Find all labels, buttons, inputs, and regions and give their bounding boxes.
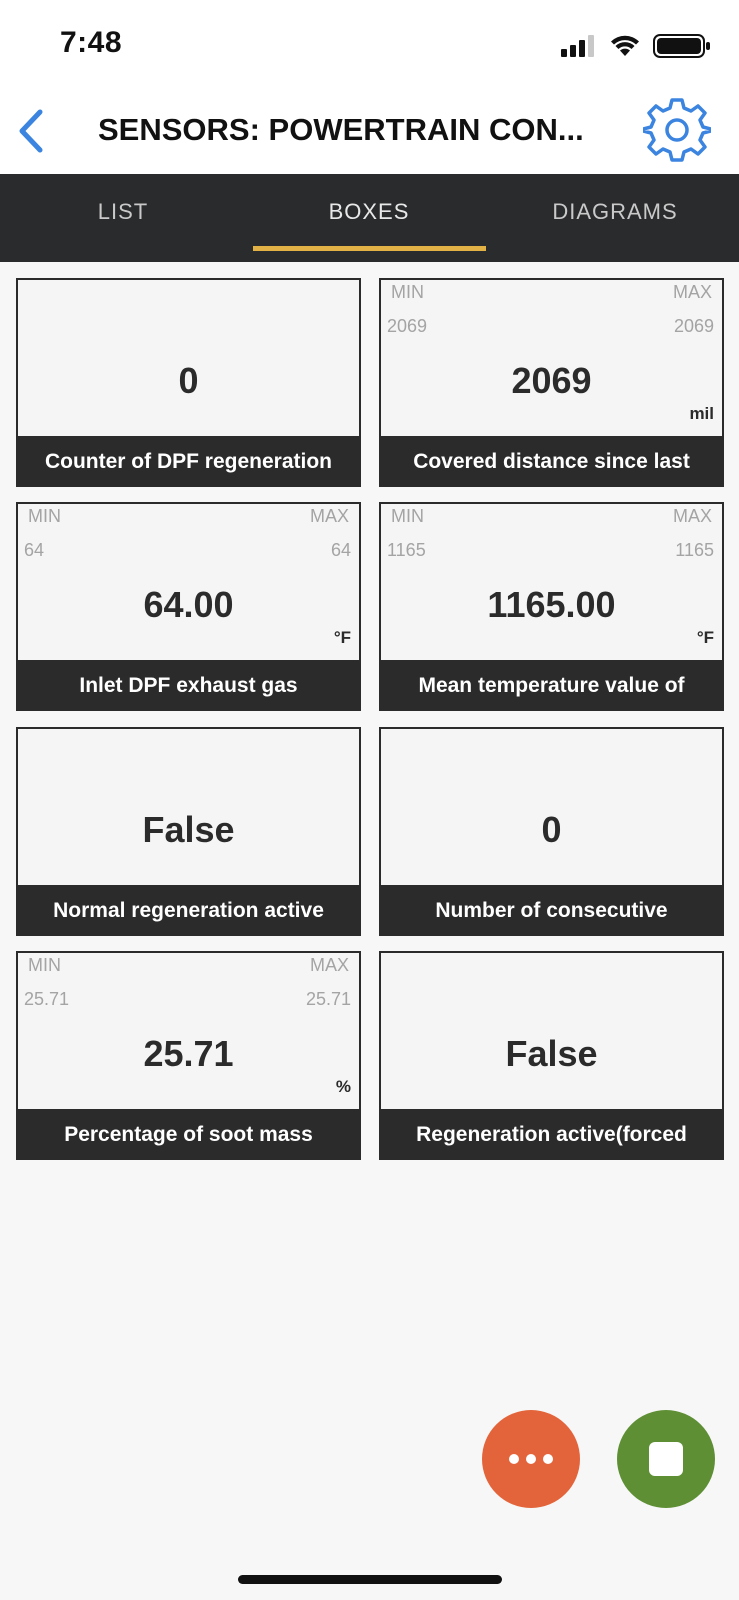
nav-bar: SENSORS: POWERTRAIN CON... xyxy=(0,88,739,174)
sensor-unit: % xyxy=(335,1077,351,1096)
sensor-box[interactable]: False Regeneration active(forced xyxy=(379,951,724,1160)
min-label: MIN xyxy=(391,506,424,526)
status-icons xyxy=(553,34,713,58)
status-bar: 7:48 xyxy=(0,0,739,88)
sensor-box[interactable]: MIN MAX 1165 1165 1165.00 °F Mean temper… xyxy=(379,502,724,711)
home-indicator[interactable] xyxy=(238,1575,502,1584)
signal-icon xyxy=(561,35,594,57)
sensor-unit: mil xyxy=(689,404,714,423)
sensor-caption: Number of consecutive xyxy=(379,885,724,936)
chevron-left-icon xyxy=(19,109,43,153)
sensor-caption: Covered distance since last xyxy=(379,436,724,487)
sensor-box[interactable]: False Normal regeneration active xyxy=(16,727,361,936)
max-value: 64 xyxy=(330,540,351,560)
sensor-box[interactable]: MIN MAX 64 64 64.00 °F Inlet DPF exhaust… xyxy=(16,502,361,711)
sensor-value: False xyxy=(505,1033,598,1074)
sensor-value: 0 xyxy=(178,360,199,401)
max-label: MAX xyxy=(672,282,712,302)
min-label: MIN xyxy=(28,955,61,975)
sensor-value: 25.71 xyxy=(143,1033,234,1074)
sensor-caption: Mean temperature value of xyxy=(379,660,724,711)
min-label: MIN xyxy=(391,282,424,302)
battery-icon xyxy=(653,34,710,58)
sensor-value: 1165.00 xyxy=(487,584,616,625)
stop-button[interactable] xyxy=(617,1410,715,1508)
tab-diagrams[interactable]: DIAGRAMS xyxy=(492,174,738,262)
stop-icon xyxy=(649,1442,683,1476)
sensor-box[interactable]: 0 Counter of DPF regeneration xyxy=(16,278,361,487)
sensor-caption: Normal regeneration active xyxy=(16,885,361,936)
sensor-box[interactable]: 0 Number of consecutive xyxy=(379,727,724,936)
status-time: 7:48 xyxy=(60,26,123,59)
sensor-value: 2069 xyxy=(511,360,592,401)
active-tab-indicator xyxy=(253,246,486,251)
sensor-caption: Percentage of soot mass xyxy=(16,1109,361,1160)
sensor-caption: Counter of DPF regeneration xyxy=(16,436,361,487)
max-label: MAX xyxy=(309,506,349,526)
settings-button[interactable] xyxy=(641,96,713,164)
max-value: 25.71 xyxy=(305,989,351,1009)
back-button[interactable] xyxy=(10,102,60,160)
sensor-caption: Regeneration active(forced xyxy=(379,1109,724,1160)
sensor-caption: Inlet DPF exhaust gas xyxy=(16,660,361,711)
min-value: 2069 xyxy=(387,316,428,336)
min-label: MIN xyxy=(28,506,61,526)
max-value: 1165 xyxy=(675,540,714,560)
sensor-unit: °F xyxy=(696,628,714,647)
gear-icon xyxy=(641,98,713,162)
sensor-value: 64.00 xyxy=(143,584,234,625)
sensor-value: 0 xyxy=(541,809,562,850)
tab-bar: LIST BOXES DIAGRAMS xyxy=(0,174,739,262)
wifi-icon xyxy=(611,35,639,56)
min-value: 1165 xyxy=(387,540,426,560)
page-title: SENSORS: POWERTRAIN CON... xyxy=(98,112,584,147)
max-label: MAX xyxy=(309,955,349,975)
max-label: MAX xyxy=(672,506,712,526)
sensor-box[interactable]: MIN MAX 25.71 25.71 25.71 % Percentage o… xyxy=(16,951,361,1160)
more-actions-button[interactable] xyxy=(482,1410,580,1508)
min-value: 64 xyxy=(24,540,45,560)
sensor-box[interactable]: MIN MAX 2069 2069 2069 mil Covered dista… xyxy=(379,278,724,487)
more-horizontal-icon xyxy=(509,1454,553,1464)
min-value: 25.71 xyxy=(24,989,70,1009)
tab-list[interactable]: LIST xyxy=(0,174,246,262)
max-value: 2069 xyxy=(673,316,714,336)
sensor-value: False xyxy=(142,809,235,850)
sensor-unit: °F xyxy=(333,628,351,647)
